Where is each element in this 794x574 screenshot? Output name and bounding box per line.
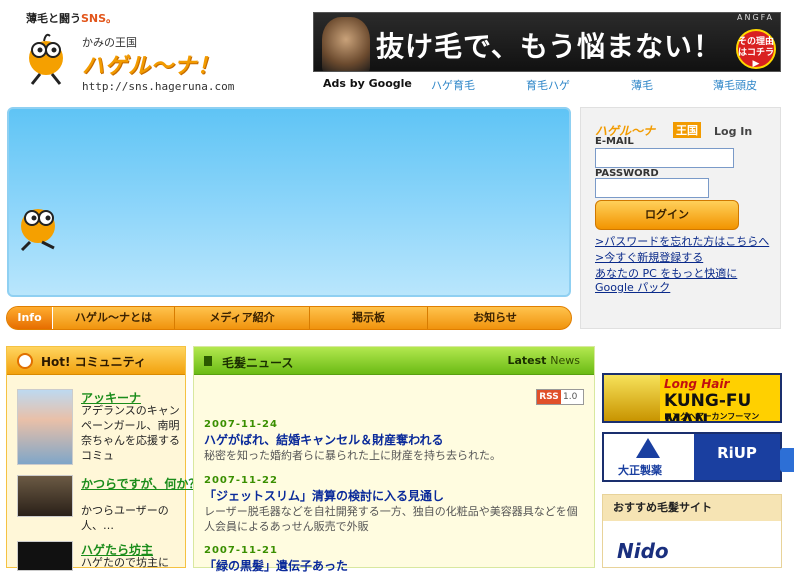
mascot-mini-icon xyxy=(17,353,33,369)
forgot-password-link[interactable]: >パスワードを忘れた方はこちらへ xyxy=(595,233,769,249)
ad-keyword-link[interactable]: ハゲ育毛 xyxy=(431,77,475,93)
community-item[interactable]: ハゲたら坊主 ハゲたので坊主に xyxy=(17,541,181,571)
tagline: 薄毛と闘うSNS。 xyxy=(26,12,118,25)
news-title: 毛髪ニュース xyxy=(222,356,294,370)
news-item: 2007-11-21 「緑の黒髪」遺伝子あった xyxy=(204,545,588,574)
community-description: かつらユーザーの人、… xyxy=(81,504,169,532)
taisho-eagle-icon xyxy=(636,438,660,458)
latest-news-label: Latest News xyxy=(507,354,580,367)
news-header: 毛髪ニュース Latest News xyxy=(194,347,594,375)
nido-logo[interactable]: Nido xyxy=(617,539,669,563)
recommended-sites-panel: おすすめ毛髪サイト Nido xyxy=(602,494,782,568)
community-description: アデランスのキャンペーンガール、南明奈ちゃんを応援するコミュ xyxy=(81,404,180,462)
news-summary: 秘密を知った婚約者らに暴られた上に財産を持ち去られた。 xyxy=(204,449,501,462)
ad-keyword-link[interactable]: 薄毛 xyxy=(631,77,653,93)
site-logo[interactable]: ハゲル〜ナ！ xyxy=(82,48,220,80)
community-thumbnail[interactable] xyxy=(17,541,73,571)
nav-item-bbs[interactable]: 掲示板 xyxy=(310,307,428,329)
banner-badge: その理由はコチラ▶ xyxy=(736,29,776,69)
news-title-link[interactable]: 「緑の黒髪」遺伝子あった xyxy=(204,557,588,574)
banner-person-image xyxy=(322,17,370,71)
login-button[interactable]: ログイン xyxy=(595,200,739,230)
kfm-line1: Long Hair xyxy=(664,377,730,391)
community-item[interactable]: アッキーナ アデランスのキャンペーンガール、南明奈ちゃんを応援するコミュ xyxy=(17,389,181,467)
hero-panel xyxy=(7,107,571,297)
mascot-icon xyxy=(20,209,55,252)
google-ads-row: Ads by Google ハゲ育毛 育毛ハゲ 薄毛 薄毛頭皮 xyxy=(323,77,783,93)
news-title-link[interactable]: ハゲがばれ、結婚キャンセル＆財産奪われる xyxy=(204,431,588,448)
register-link[interactable]: >今すぐ新規登録する xyxy=(595,249,703,265)
news-date: 2007-11-24 xyxy=(204,419,278,430)
taisho-name: 大正製薬 xyxy=(618,464,662,477)
hair-news-panel: 毛髪ニュース Latest News RSS 1.0 2007-11-24 ハゲ… xyxy=(193,346,595,573)
login-panel: ハゲル〜ナ 王国 Log In E-MAIL PASSWORD ログイン >パス… xyxy=(580,107,781,329)
rss-version: 1.0 xyxy=(563,392,578,402)
latest-label: Latest xyxy=(507,354,547,367)
nav-item-media[interactable]: メディア紹介 xyxy=(175,307,310,329)
news-label: News xyxy=(550,354,580,367)
nav-item-about[interactable]: ハゲル〜ナとは xyxy=(53,307,175,329)
news-title-link[interactable]: 「ジェットスリム」清算の検討に入る見通し xyxy=(204,487,588,504)
community-header: Hot! コミュニティ xyxy=(7,347,185,375)
community-thumbnail[interactable] xyxy=(17,389,73,465)
news-date: 2007-11-22 xyxy=(204,475,278,486)
news-date: 2007-11-21 xyxy=(204,545,278,556)
ad-banner-angfa[interactable]: 抜け毛で、もう悩まない！ ANGFA その理由はコチラ▶ xyxy=(313,12,781,72)
community-title: Hot! コミュニティ xyxy=(41,355,146,369)
banner-text: 抜け毛で、もう悩まない！ xyxy=(376,30,723,63)
news-item: 2007-11-24 ハゲがばれ、結婚キャンセル＆財産奪われる 秘密を知った婚約… xyxy=(204,419,588,463)
site-url: http://sns.hageruna.com xyxy=(82,80,235,93)
login-logo-kingdom: 王国 xyxy=(673,122,701,138)
main-nav: Info ハゲル〜ナとは メディア紹介 掲示板 お知らせ xyxy=(6,306,572,330)
ads-by-google-label[interactable]: Ads by Google xyxy=(323,77,412,90)
rss-icon: RSS xyxy=(537,390,561,404)
news-summary: レーザー脱毛器などを自社開発する一方、独自の化粧品や美容器具などを個人会員による… xyxy=(204,505,578,533)
email-label: E-MAIL xyxy=(595,136,634,147)
banner-brand: ANGFA xyxy=(737,13,774,22)
nav-item-news[interactable]: お知らせ xyxy=(428,307,562,329)
kfm-line3: ロングヘアーカンフーマン xyxy=(664,412,760,421)
kungfu-man-image xyxy=(604,375,660,421)
login-title: Log In xyxy=(714,125,753,138)
email-field[interactable] xyxy=(595,148,734,168)
ad-keyword-link[interactable]: 育毛ハゲ xyxy=(526,77,570,93)
nav-info-tab[interactable]: Info xyxy=(7,307,53,329)
news-item: 2007-11-22 「ジェットスリム」清算の検討に入る見通し レーザー脱毛器な… xyxy=(204,475,588,534)
taisho-logo: 大正製薬 xyxy=(604,434,694,480)
google-pack-link-2[interactable]: Google パック xyxy=(595,279,670,295)
community-item[interactable]: かつらですが、何か？ かつらユーザーの人、… xyxy=(17,475,200,532)
side-tab-handle[interactable] xyxy=(780,448,794,472)
community-thumbnail[interactable] xyxy=(17,475,73,517)
ad-keyword-link[interactable]: 薄毛頭皮 xyxy=(713,77,757,93)
ad-riup[interactable]: 大正製薬 RiUP xyxy=(602,432,782,482)
hot-community-panel: Hot! コミュニティ アッキーナ アデランスのキャンペーンガール、南明奈ちゃん… xyxy=(6,346,200,571)
mascot-logo-icon xyxy=(29,33,63,85)
community-name-link[interactable]: かつらですが、何か？ xyxy=(81,475,200,492)
recommended-title: おすすめ毛髪サイト xyxy=(603,495,781,521)
ad-kungfu-man[interactable]: Long Hair KUNG-FU MAN ロングヘアーカンフーマン xyxy=(602,373,782,423)
speaker-icon xyxy=(204,356,212,366)
rss-feed-button[interactable]: RSS 1.0 xyxy=(536,389,584,405)
riup-logo: RiUP xyxy=(694,434,780,480)
password-field[interactable] xyxy=(595,178,709,198)
